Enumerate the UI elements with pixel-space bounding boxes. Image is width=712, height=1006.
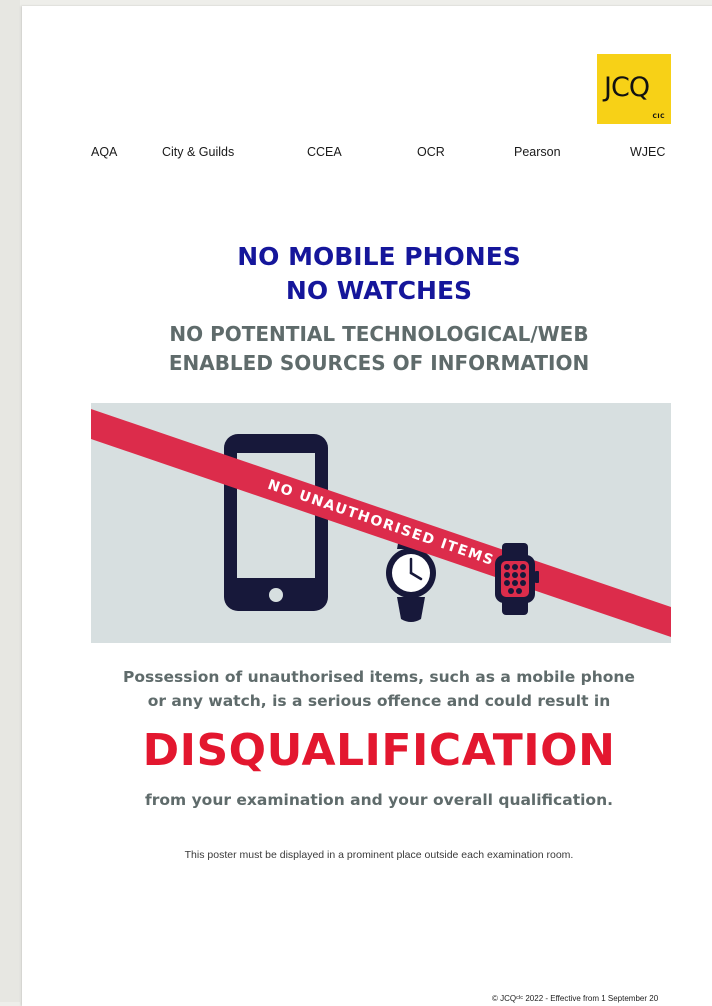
awarding-body-city-guilds: City & Guilds [162,145,235,159]
awarding-body-wjec: WJEC [630,145,666,159]
awarding-bodies-row: AQA City & Guilds CCEA OCR Pearson WJEC [22,145,712,161]
poster-page: JCQ CIC AQA City & Guilds CCEA OCR Pears… [22,6,712,1006]
no-unauthorised-items-banner: NO UNAUTHORISED ITEMS [91,409,671,637]
subheading-line-2: ENABLED SOURCES OF INFORMATION [168,351,590,375]
prohibited-items-graphic: NO UNAUTHORISED ITEMS [91,403,671,643]
warning-line-1: Possession of unauthorised items, such a… [123,668,635,686]
heading-no-watches: NO WATCHES [285,276,473,305]
awarding-body-ocr: OCR [417,145,445,159]
logo-suffix: CIC [652,113,665,120]
warning-line-3: from your examination and your overall q… [145,791,613,809]
logo-text: JCQ [604,72,650,103]
awarding-body-ccea: CCEA [307,145,342,159]
disqualification-text: DISQUALIFICATION [142,725,616,776]
display-note: This poster must be displayed in a promi… [184,849,574,861]
viewer-gutter [0,0,20,1002]
subheading-line-1: NO POTENTIAL TECHNOLOGICAL/WEB [169,322,589,346]
heading-no-mobile-phones: NO MOBILE PHONES [237,242,521,271]
jcq-logo: JCQ CIC [597,54,671,124]
awarding-body-aqa: AQA [91,145,118,159]
warning-line-2: or any watch, is a serious offence and c… [147,692,611,710]
awarding-body-pearson: Pearson [514,145,561,159]
